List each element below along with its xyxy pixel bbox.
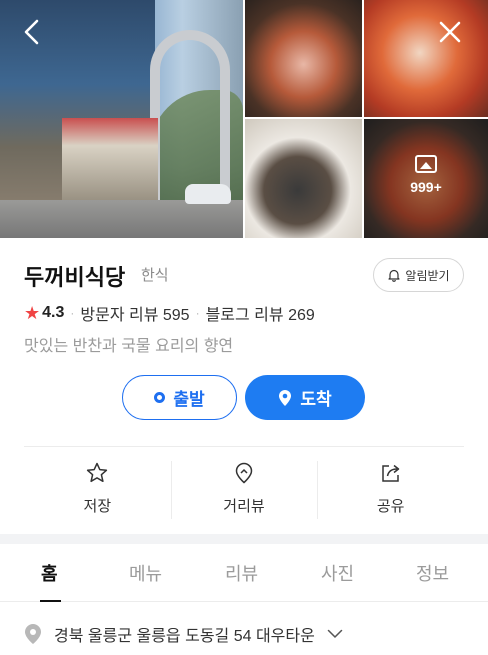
map-pin-icon [25,624,41,644]
notify-button[interactable]: 알림받기 [373,258,464,292]
depart-button[interactable]: 출발 [122,375,237,420]
chevron-down-icon [327,629,343,639]
share-icon [381,464,399,482]
rating-value: 4.3 [42,304,65,321]
photo-gallery: 999+ [0,0,488,238]
tab-home[interactable]: 홈 [41,560,58,586]
close-icon [439,21,461,43]
rating-and-reviews: ★ 4.3 · 방문자 리뷰 595 · 블로그 리뷰 269 [24,301,315,325]
section-gap [0,534,488,544]
location-pin-icon [279,389,292,406]
close-button[interactable] [432,14,468,50]
star-outline-icon [87,462,108,483]
place-info: 두꺼비식당 한식 알림받기 ★ 4.3 · 방문자 리뷰 595 · 블로그 리… [0,238,488,538]
food-photo-3[interactable] [245,119,362,238]
divider [24,446,464,447]
save-button[interactable]: 저장 [24,461,171,521]
bell-icon [388,269,401,282]
arrive-label: 도착 [300,390,332,409]
food-photo-4-more[interactable]: 999+ [364,119,488,238]
photo-road [0,200,243,238]
place-name: 두꺼비식당 [24,265,126,290]
action-bar: 저장 거리뷰 공유 [24,461,464,521]
separator-dot: · [70,306,75,320]
save-label: 저장 [83,498,112,515]
blog-reviews-link[interactable]: 블로그 리뷰 269 [206,301,315,325]
address-row[interactable]: 경북 울릉군 울릉읍 도동길 54 대우타운 [24,622,343,646]
tab-menu[interactable]: 메뉴 [129,560,162,586]
food-photo-2[interactable] [364,0,488,117]
more-photos-count: 999+ [410,179,442,195]
back-button[interactable] [14,14,50,50]
street-view-label: 거리뷰 [223,498,265,515]
tab-photos[interactable]: 사진 [321,560,354,586]
tab-bar: 홈 메뉴 리뷰 사진 정보 [0,544,488,602]
food-photo-1[interactable] [245,0,362,117]
tab-reviews[interactable]: 리뷰 [225,560,258,586]
chevron-left-icon [24,19,39,45]
photo-storefront [62,118,158,210]
notify-label: 알림받기 [405,268,450,283]
origin-dot-icon [154,392,166,403]
depart-label: 출발 [173,390,205,409]
share-label: 공유 [376,498,405,515]
street-view-button[interactable]: 거리뷰 [170,461,318,521]
photo-car [185,184,231,204]
arrive-button[interactable]: 도착 [245,375,365,420]
more-photos[interactable]: 999+ [364,155,488,195]
visitor-reviews-link[interactable]: 방문자 리뷰 595 [80,301,189,325]
tab-info[interactable]: 정보 [416,560,449,586]
place-tagline: 맛있는 반찬과 국물 요리의 향연 [24,338,234,355]
image-icon [415,155,437,173]
share-button[interactable]: 공유 [317,461,464,521]
rating-star-icon: ★ [24,302,41,323]
active-tab-indicator [40,600,61,602]
location-pin-outline-icon [235,462,253,484]
address-text: 경북 울릉군 울릉읍 도동길 54 대우타운 [54,628,315,645]
place-category: 한식 [141,267,169,284]
separator-dot: · [195,306,200,320]
